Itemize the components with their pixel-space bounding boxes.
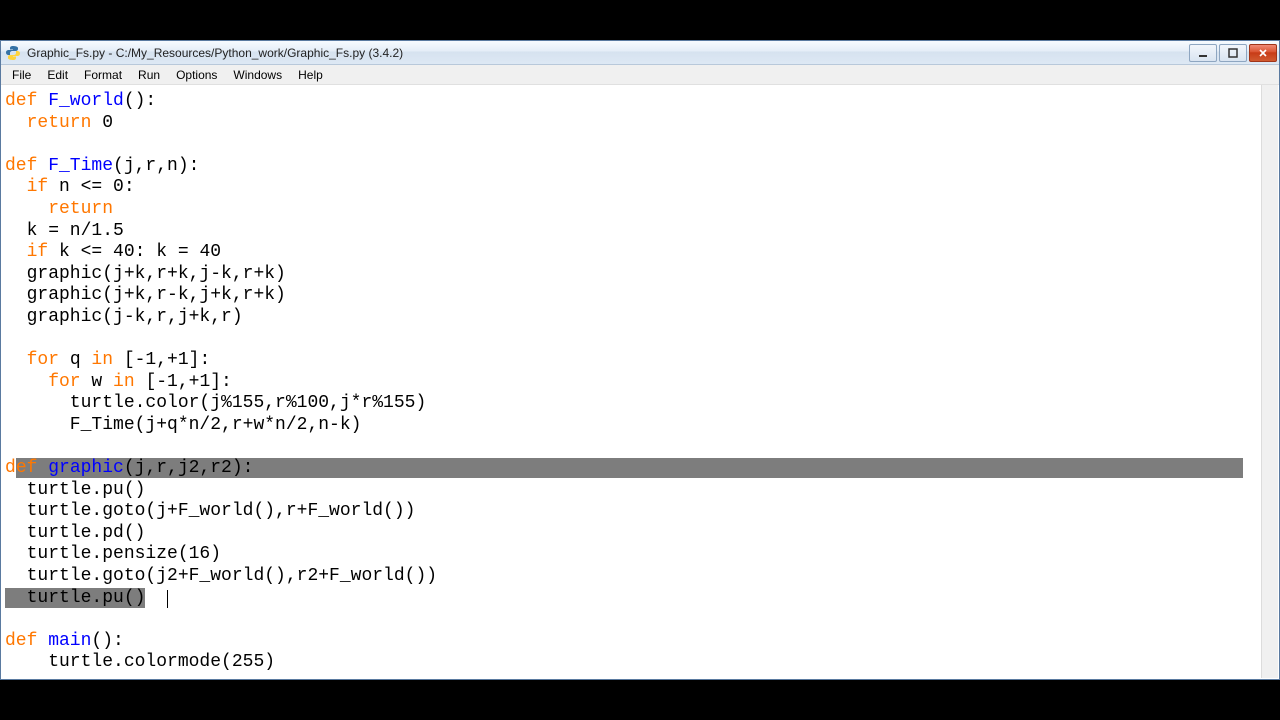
code-text: n <= 0: (48, 177, 134, 197)
kw-if: if (5, 242, 48, 262)
menu-edit[interactable]: Edit (39, 66, 76, 84)
kw-in: in (113, 372, 135, 392)
fn-name: F_world (37, 91, 123, 111)
menu-options[interactable]: Options (168, 66, 225, 84)
kw-def: def (5, 631, 37, 651)
titlebar[interactable]: Graphic_Fs.py - C:/My_Resources/Python_w… (1, 41, 1279, 65)
code-text: F_Time(j+q*n/2,r+w*n/2,n-k) (5, 415, 361, 435)
sel-line: turtle.pu() (5, 480, 1275, 502)
code-text: (): (91, 631, 123, 651)
kw-def: def (5, 91, 37, 111)
menubar: File Edit Format Run Options Windows Hel… (1, 65, 1279, 85)
window-title: Graphic_Fs.py - C:/My_Resources/Python_w… (27, 46, 1181, 60)
menu-file[interactable]: File (4, 66, 39, 84)
close-button[interactable] (1249, 44, 1277, 62)
code-text: (j,r,j2,r2): (124, 458, 254, 478)
kw-for: for (5, 372, 81, 392)
fn-name: graphic (37, 458, 123, 478)
sel-line: turtle.pd() (5, 523, 1275, 545)
kw-def-partial: d (5, 458, 16, 478)
sel-line: turtle.goto(j2+F_world(),r2+F_world()) (5, 566, 1275, 588)
code-text: [-1,+1]: (135, 372, 232, 392)
code-text: graphic(j+k,r-k,j+k,r+k) (5, 285, 286, 305)
code-text: graphic(j+k,r+k,j-k,r+k) (5, 264, 286, 284)
code-text: k = n/1.5 (5, 221, 124, 241)
kw-for: for (5, 350, 59, 370)
kw-return: return (5, 199, 113, 219)
code-text: k <= 40: k = 40 (48, 242, 221, 262)
code-text: w (81, 372, 113, 392)
window-controls (1187, 44, 1277, 62)
code-content: def F_world(): return 0 def F_Time(j,r,n… (5, 91, 1275, 674)
selection: ef graphic(j,r,j2,r2): turtle.pu() turtl… (5, 458, 1275, 608)
fn-name: main (37, 631, 91, 651)
fn-name: F_Time (37, 156, 113, 176)
python-icon (5, 45, 21, 61)
minimize-button[interactable] (1189, 44, 1217, 62)
kw-ef: ef (16, 458, 38, 478)
code-text (145, 588, 167, 608)
code-text: turtle.color(j%155,r%100,j*r%155) (5, 393, 426, 413)
menu-help[interactable]: Help (290, 66, 331, 84)
code-text: (): (124, 91, 156, 111)
vertical-scrollbar[interactable] (1261, 85, 1278, 678)
menu-run[interactable]: Run (130, 66, 168, 84)
code-text: 0 (91, 113, 113, 133)
code-editor[interactable]: def F_world(): return 0 def F_Time(j,r,n… (1, 85, 1279, 679)
menu-windows[interactable]: Windows (225, 66, 290, 84)
code-text: [-1,+1]: (113, 350, 210, 370)
kw-in: in (91, 350, 113, 370)
idle-window: Graphic_Fs.py - C:/My_Resources/Python_w… (0, 40, 1280, 680)
menu-format[interactable]: Format (76, 66, 130, 84)
sel-line: turtle.pensize(16) (5, 544, 1275, 566)
code-text: q (59, 350, 91, 370)
code-text: turtle.colormode(255) (5, 652, 275, 672)
sel-line: turtle.pu() (5, 588, 145, 608)
text-cursor (167, 590, 168, 608)
kw-def: def (5, 156, 37, 176)
maximize-button[interactable] (1219, 44, 1247, 62)
sel-line: turtle.goto(j+F_world(),r+F_world()) (5, 501, 1275, 523)
kw-return: return (5, 113, 91, 133)
code-text: (j,r,n): (113, 156, 199, 176)
code-text: graphic(j-k,r,j+k,r) (5, 307, 243, 327)
kw-if: if (5, 177, 48, 197)
